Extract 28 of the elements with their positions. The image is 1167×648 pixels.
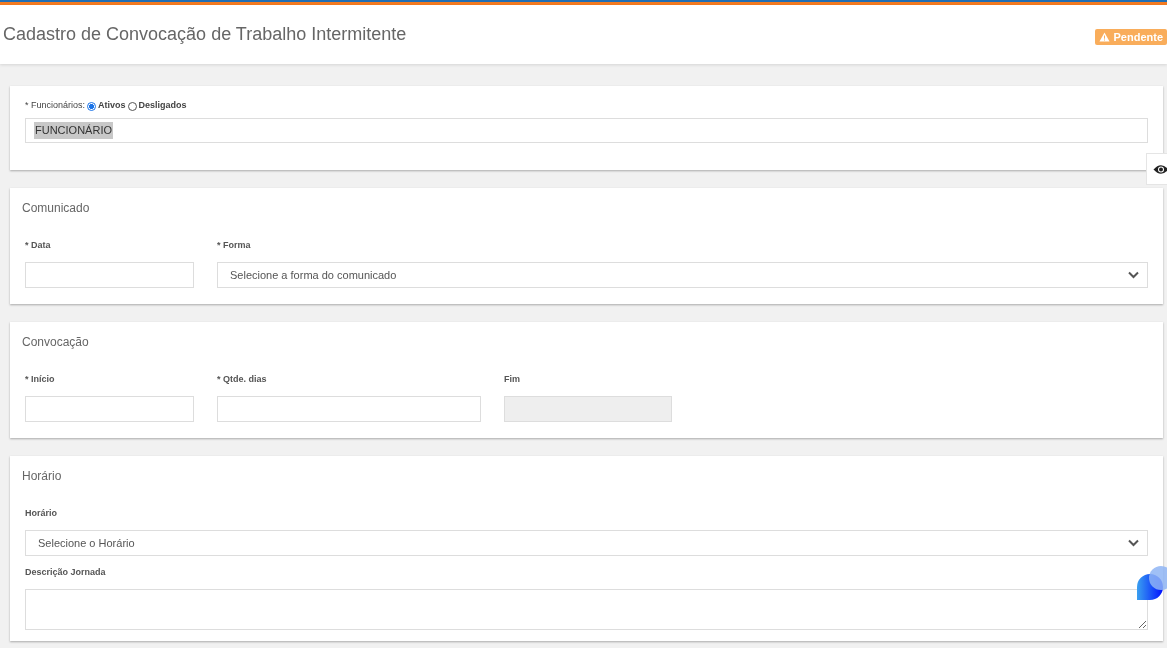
chat-bubble-icon xyxy=(1137,565,1167,603)
section-title: Convocação xyxy=(22,334,90,351)
radio-option[interactable]: Desligados xyxy=(127,99,187,113)
field-label: Fim xyxy=(504,373,521,386)
field-label: * Forma xyxy=(217,239,252,252)
field-label: * Início xyxy=(25,373,56,386)
status-badge: Pendente xyxy=(1095,29,1167,45)
input-field[interactable] xyxy=(25,396,194,422)
section-title: Horário xyxy=(22,468,63,485)
field-label: Horário xyxy=(25,507,58,520)
page-title: Cadastro de Convocação de Trabalho Intermitente xyxy=(2,23,407,46)
field-label: * Qtde. dias xyxy=(217,373,268,386)
field-label: * Funcionários: xyxy=(25,99,86,113)
field-label: Descrição Jornada xyxy=(25,566,107,579)
input-field[interactable] xyxy=(25,262,194,288)
select-field[interactable]: Selecione a forma do comunicado xyxy=(217,262,1148,288)
input-field[interactable] xyxy=(217,396,481,422)
chevron-down-icon xyxy=(1128,271,1139,279)
select-field[interactable]: Selecione o Horário xyxy=(25,530,1148,556)
radio-option[interactable]: Ativos xyxy=(87,99,126,113)
section-title: Comunicado xyxy=(22,200,91,217)
field-label: * Data xyxy=(25,239,52,252)
eye-icon xyxy=(1153,163,1167,175)
chevron-down-icon xyxy=(1128,539,1139,547)
text-area[interactable] xyxy=(25,589,1148,630)
employee-field[interactable]: FUNCIONÁRIO xyxy=(25,118,1148,143)
warning-icon xyxy=(1099,32,1111,42)
view-toggle-button[interactable] xyxy=(1146,153,1167,185)
